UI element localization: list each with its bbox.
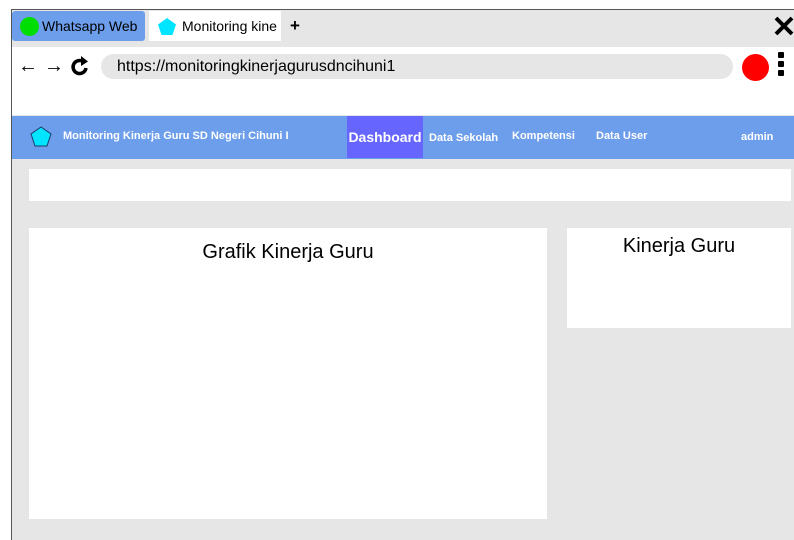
app-title: Monitoring Kinerja Guru SD Negeri Cihuni… (63, 130, 289, 142)
grafik-card-title: Grafik Kinerja Guru (202, 241, 374, 263)
kinerja-card-title: Kinerja Guru (622, 235, 736, 257)
grafik-card: Grafik Kinerja Guru (29, 228, 547, 519)
close-icon[interactable] (772, 14, 794, 38)
tab-bar: Whatsapp Web Monitoring kine + (12, 10, 794, 47)
tab-label: Whatsapp Web (42, 18, 138, 34)
user-menu-admin[interactable]: admin (741, 131, 773, 143)
tab-whatsapp-web[interactable]: Whatsapp Web (12, 11, 145, 41)
back-arrow-icon[interactable]: ← (18, 56, 38, 76)
new-tab-button[interactable]: + (290, 16, 300, 36)
address-bar[interactable]: https://monitoringkinerjagurusdncihuni1 (101, 54, 733, 79)
reload-icon[interactable] (70, 55, 90, 77)
tab-label: Monitoring kine (182, 18, 277, 34)
top-search-bar[interactable] (29, 169, 791, 201)
green-circle-icon (20, 16, 39, 36)
browser-toolbar: ← → https://monitoringkinerjagurusdncihu… (12, 47, 794, 115)
nav-dashboard[interactable]: Dashboard (347, 116, 423, 158)
nav-data-sekolah[interactable]: Data Sekolah (429, 132, 498, 144)
more-options-icon[interactable] (778, 52, 786, 79)
pentagon-icon (158, 17, 176, 35)
logo-pentagon-icon (30, 126, 52, 147)
nav-kompetensi[interactable]: Kompetensi (512, 130, 575, 142)
browser-window: Whatsapp Web Monitoring kine + ← → https… (11, 9, 794, 540)
kinerja-card: Kinerja Guru (567, 228, 791, 328)
forward-arrow-icon[interactable]: → (44, 56, 64, 76)
app-navbar: Monitoring Kinerja Guru SD Negeri Cihuni… (12, 116, 794, 159)
tab-monitoring[interactable]: Monitoring kine (149, 11, 281, 41)
record-icon[interactable] (742, 54, 769, 81)
nav-data-user[interactable]: Data User (596, 130, 647, 142)
